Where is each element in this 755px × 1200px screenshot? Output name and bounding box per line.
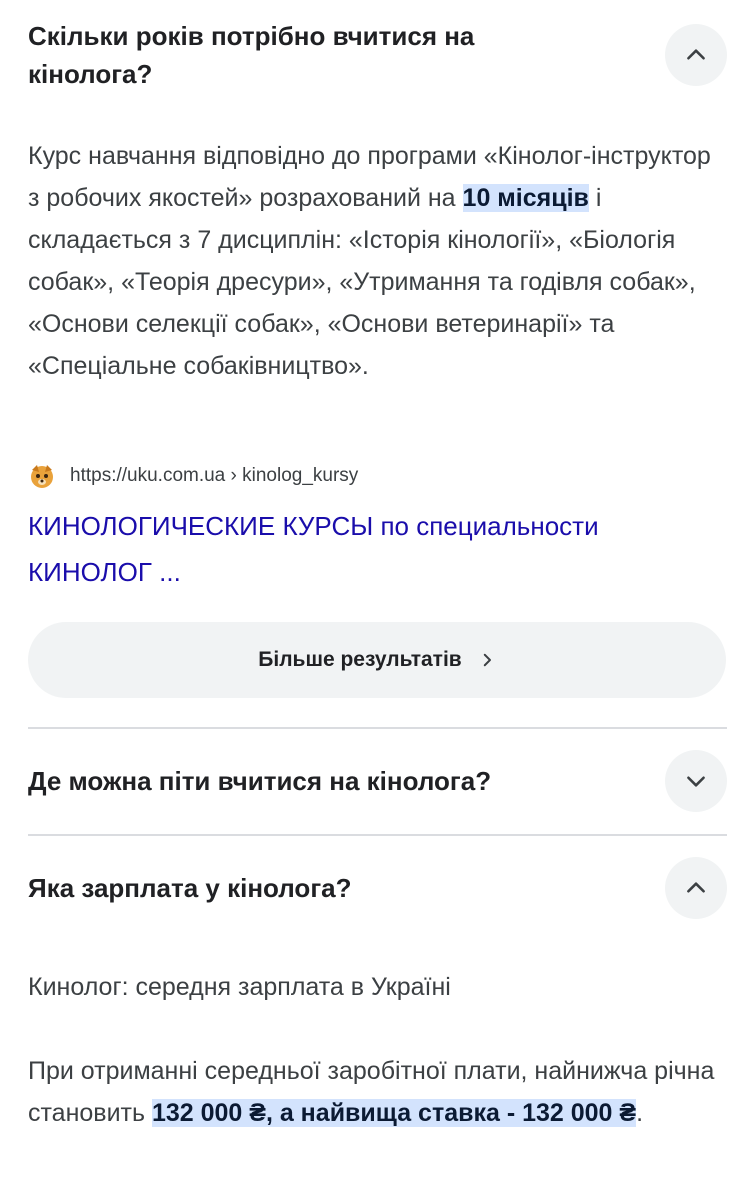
chevron-down-icon xyxy=(687,776,705,787)
faq-answer: Курс навчання відповідно до програми «Кі… xyxy=(28,135,727,387)
divider xyxy=(28,727,727,729)
collapse-button[interactable] xyxy=(665,24,727,86)
answer-highlight: 132 000 ₴, а найвища ставка - 132 000 ₴ xyxy=(151,1099,637,1127)
source-title-link[interactable]: КИНОЛОГИЧЕСКИЕ КУРСЫ по специальности КИ… xyxy=(28,503,718,595)
expand-button[interactable] xyxy=(665,750,727,812)
chevron-up-icon xyxy=(687,882,705,893)
answer-text-rest: . xyxy=(636,1099,644,1127)
source-url: https://uku.com.ua › kinolog_kursy xyxy=(70,465,359,486)
faq-question[interactable]: Де можна піти вчитися на кінолога? xyxy=(28,762,491,800)
faq-item-salary[interactable]: Яка зарплата у кінолога? xyxy=(28,857,727,919)
answer-highlight: 10 місяців xyxy=(462,184,589,212)
source-row[interactable]: https://uku.com.ua › kinolog_kursy xyxy=(28,462,358,490)
answer-text: Курс навчання відповідно до програми «Кі… xyxy=(28,142,711,212)
site-favicon-icon xyxy=(31,465,53,488)
faq-item-study-duration[interactable]: Скільки років потрібно вчитися на кіноло… xyxy=(28,17,727,93)
more-results-button[interactable]: Більше результатів xyxy=(28,622,726,698)
salary-subtitle: Кинолог: середня зарплата в Україні xyxy=(28,973,451,1001)
faq-question[interactable]: Яка зарплата у кінолога? xyxy=(28,869,352,907)
faq-answer: При отриманні середньої заробітної плати… xyxy=(28,1050,727,1134)
faq-item-where-to-study[interactable]: Де можна піти вчитися на кінолога? xyxy=(28,750,727,812)
chevron-right-icon xyxy=(483,653,491,667)
faq-question[interactable]: Скільки років потрібно вчитися на кіноло… xyxy=(28,17,588,93)
collapse-button[interactable] xyxy=(665,857,727,919)
more-results-label: Більше результатів xyxy=(258,648,462,671)
divider xyxy=(28,834,727,836)
chevron-up-icon xyxy=(687,49,705,60)
answer-text-rest: і складається з 7 дисциплін: «Історія кі… xyxy=(28,184,696,380)
